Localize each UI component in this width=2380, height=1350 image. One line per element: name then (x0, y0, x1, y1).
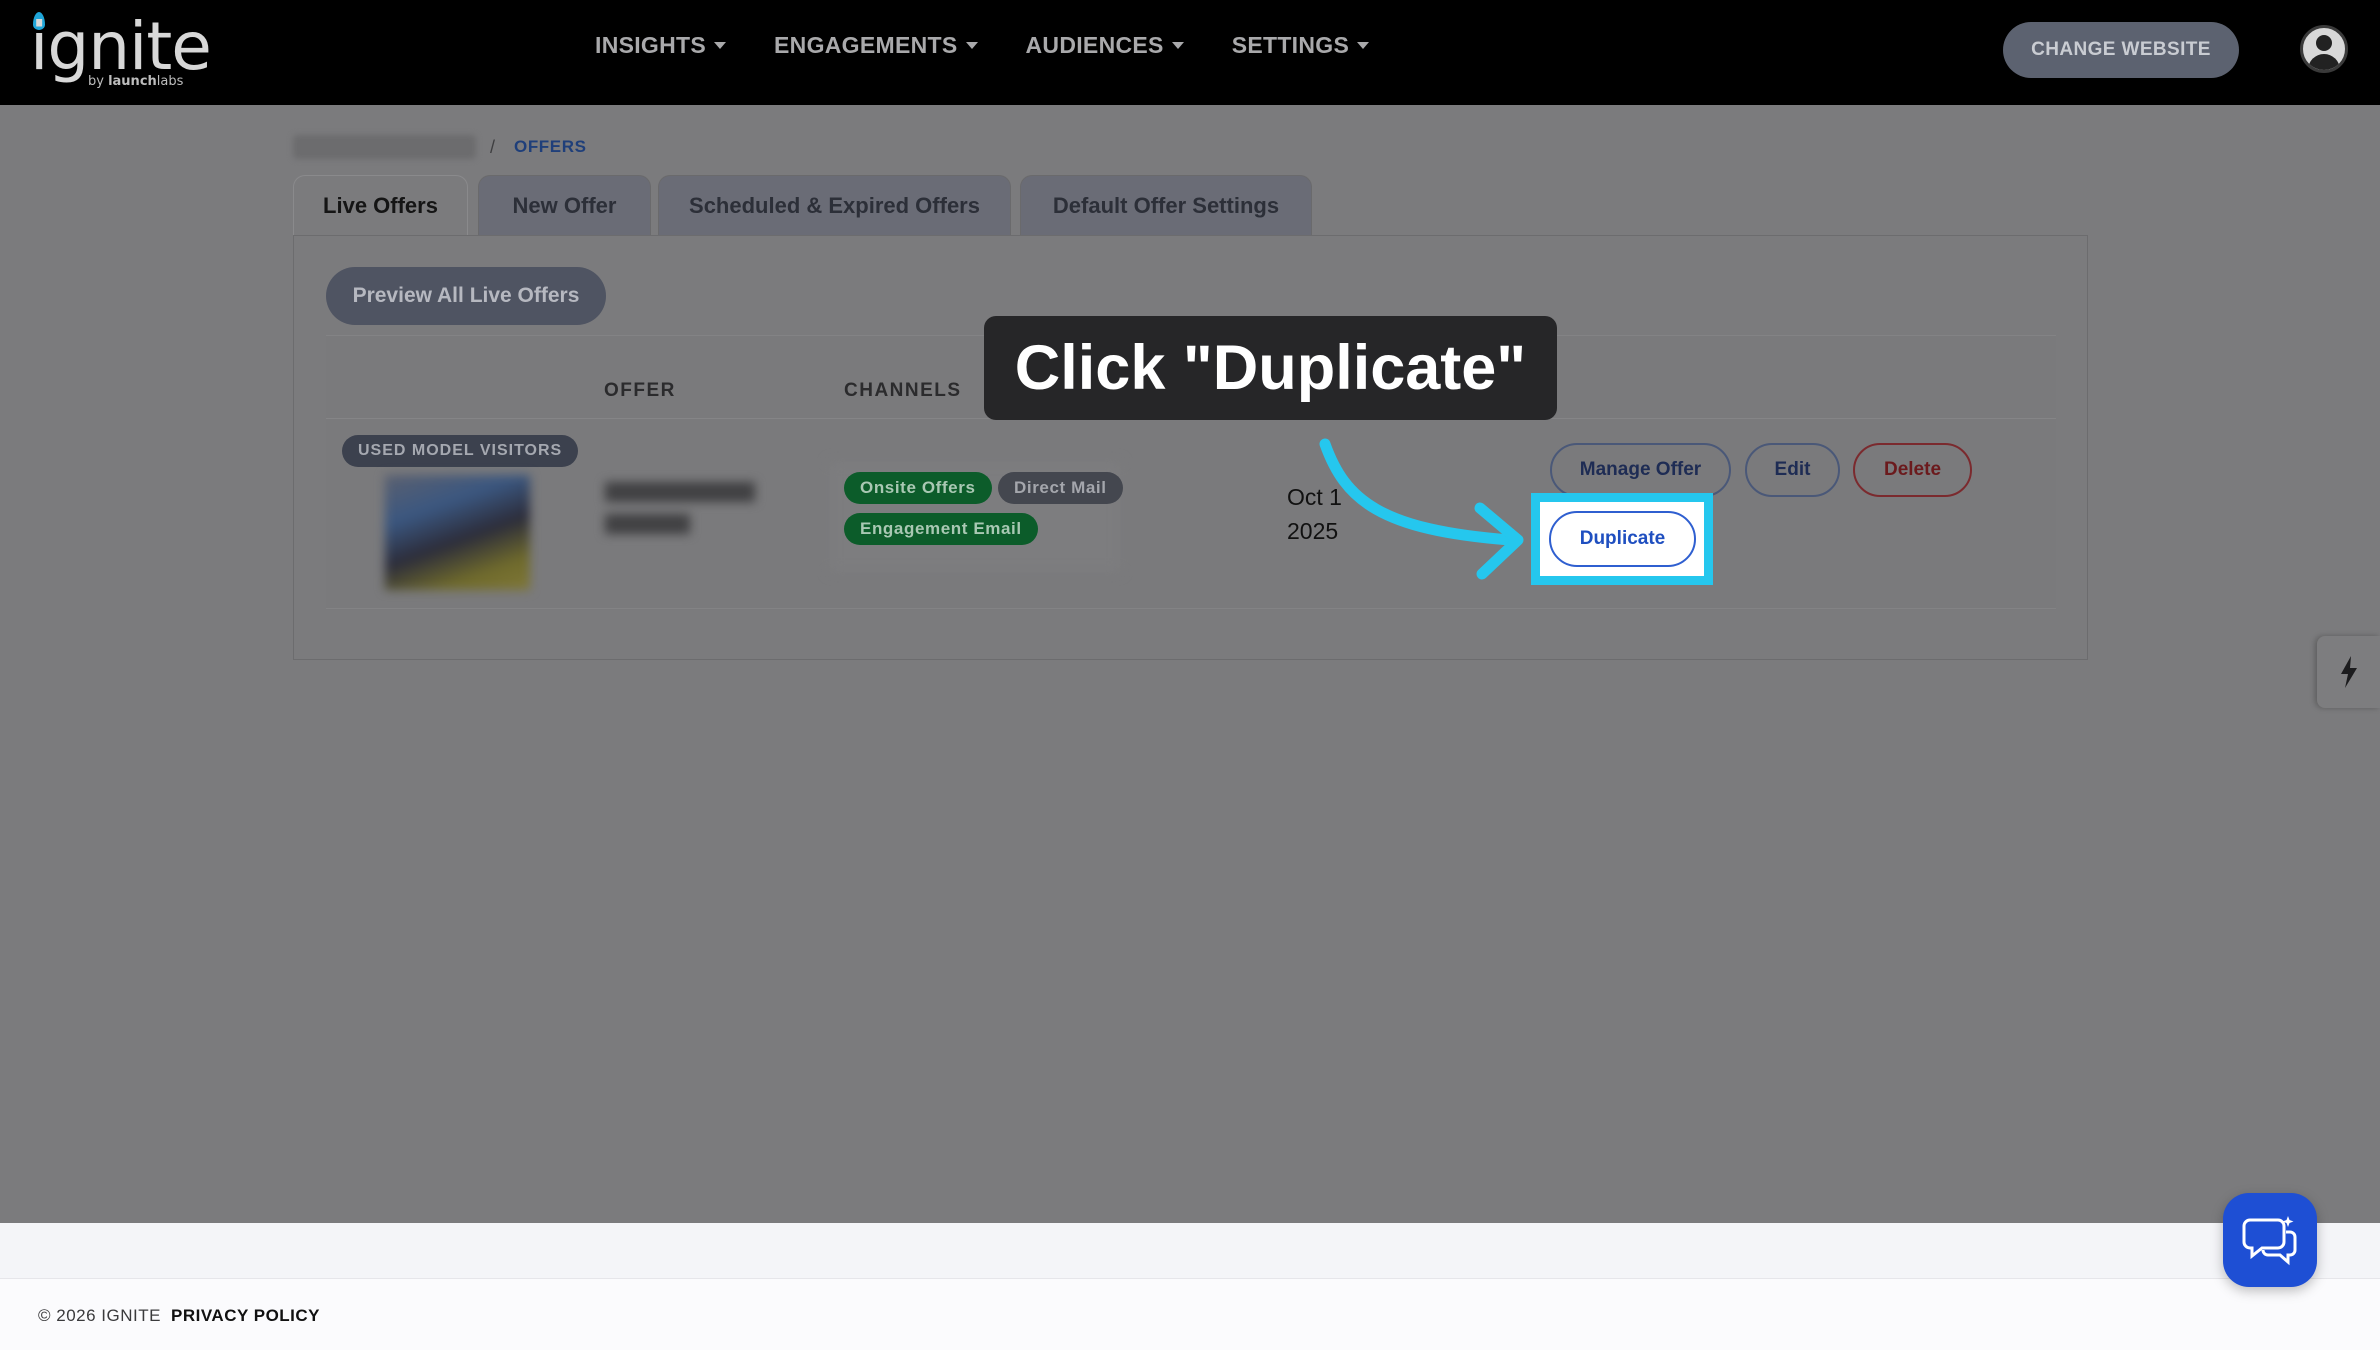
tab-default-offer-settings[interactable]: Default Offer Settings (1020, 175, 1312, 236)
footer-spacer (0, 1223, 2380, 1278)
preview-all-live-offers-button[interactable]: Preview All Live Offers (326, 267, 606, 325)
nav-audiences[interactable]: AUDIENCES (1026, 32, 1184, 59)
nav-insights[interactable]: INSIGHTS (595, 32, 727, 59)
change-website-button[interactable]: CHANGE WEBSITE (2003, 22, 2239, 78)
delete-button[interactable]: Delete (1853, 443, 1972, 497)
breadcrumb-separator: / (490, 137, 496, 157)
quick-actions-tab[interactable] (2317, 636, 2380, 708)
tab-new-offer[interactable]: New Offer (478, 175, 651, 236)
caret-down-icon (965, 42, 978, 49)
edit-button[interactable]: Edit (1745, 443, 1840, 497)
caret-down-icon (714, 42, 727, 49)
footer (0, 1278, 2380, 1350)
table-divider (326, 608, 2056, 609)
duplicate-button[interactable]: Duplicate (1549, 511, 1696, 567)
manage-offer-button[interactable]: Manage Offer (1550, 443, 1731, 497)
logo-wordmark: ignite (30, 8, 212, 85)
channel-badge-onsite: Onsite Offers (844, 472, 992, 504)
nav-engagements[interactable]: ENGAGEMENTS (774, 32, 978, 59)
tab-live-offers[interactable]: Live Offers (293, 175, 468, 236)
channel-badge-direct-mail: Direct Mail (998, 472, 1123, 504)
breadcrumb-current: OFFERS (514, 137, 587, 156)
top-navigation-bar: ignite by launchlabs INSIGHTS ENGAGEMENT… (0, 0, 2380, 105)
nav-settings[interactable]: SETTINGS (1232, 32, 1370, 59)
privacy-policy-link[interactable]: PRIVACY POLICY (171, 1306, 320, 1326)
avatar-icon[interactable] (2300, 25, 2348, 73)
tab-scheduled-expired-offers[interactable]: Scheduled & Expired Offers (658, 175, 1011, 236)
footer-copyright: © 2026 IGNITE (38, 1306, 161, 1325)
column-header-offer: OFFER (604, 380, 676, 401)
offer-thumbnail (385, 475, 530, 590)
breadcrumb-site-blurred[interactable] (293, 135, 476, 159)
logo-tagline: by launchlabs (88, 74, 184, 89)
arrow-icon (1319, 438, 1524, 580)
audience-badge: USED MODEL VISITORS (342, 435, 579, 467)
caret-down-icon (1357, 42, 1370, 49)
caret-down-icon (1171, 42, 1184, 49)
ignite-logo[interactable]: ignite by launchlabs (30, 10, 212, 92)
channel-badge-engagement-email: Engagement Email (844, 513, 1038, 545)
main-nav: INSIGHTS ENGAGEMENTS AUDIENCES SETTINGS (595, 32, 1370, 59)
chat-icon (2242, 1216, 2297, 1266)
bolt-icon (2340, 656, 2357, 688)
column-header-channels: CHANNELS (844, 380, 962, 401)
offer-name-blurred (605, 482, 755, 542)
chat-button[interactable] (2223, 1193, 2317, 1287)
instruction-callout: Click "Duplicate" (984, 316, 1557, 420)
